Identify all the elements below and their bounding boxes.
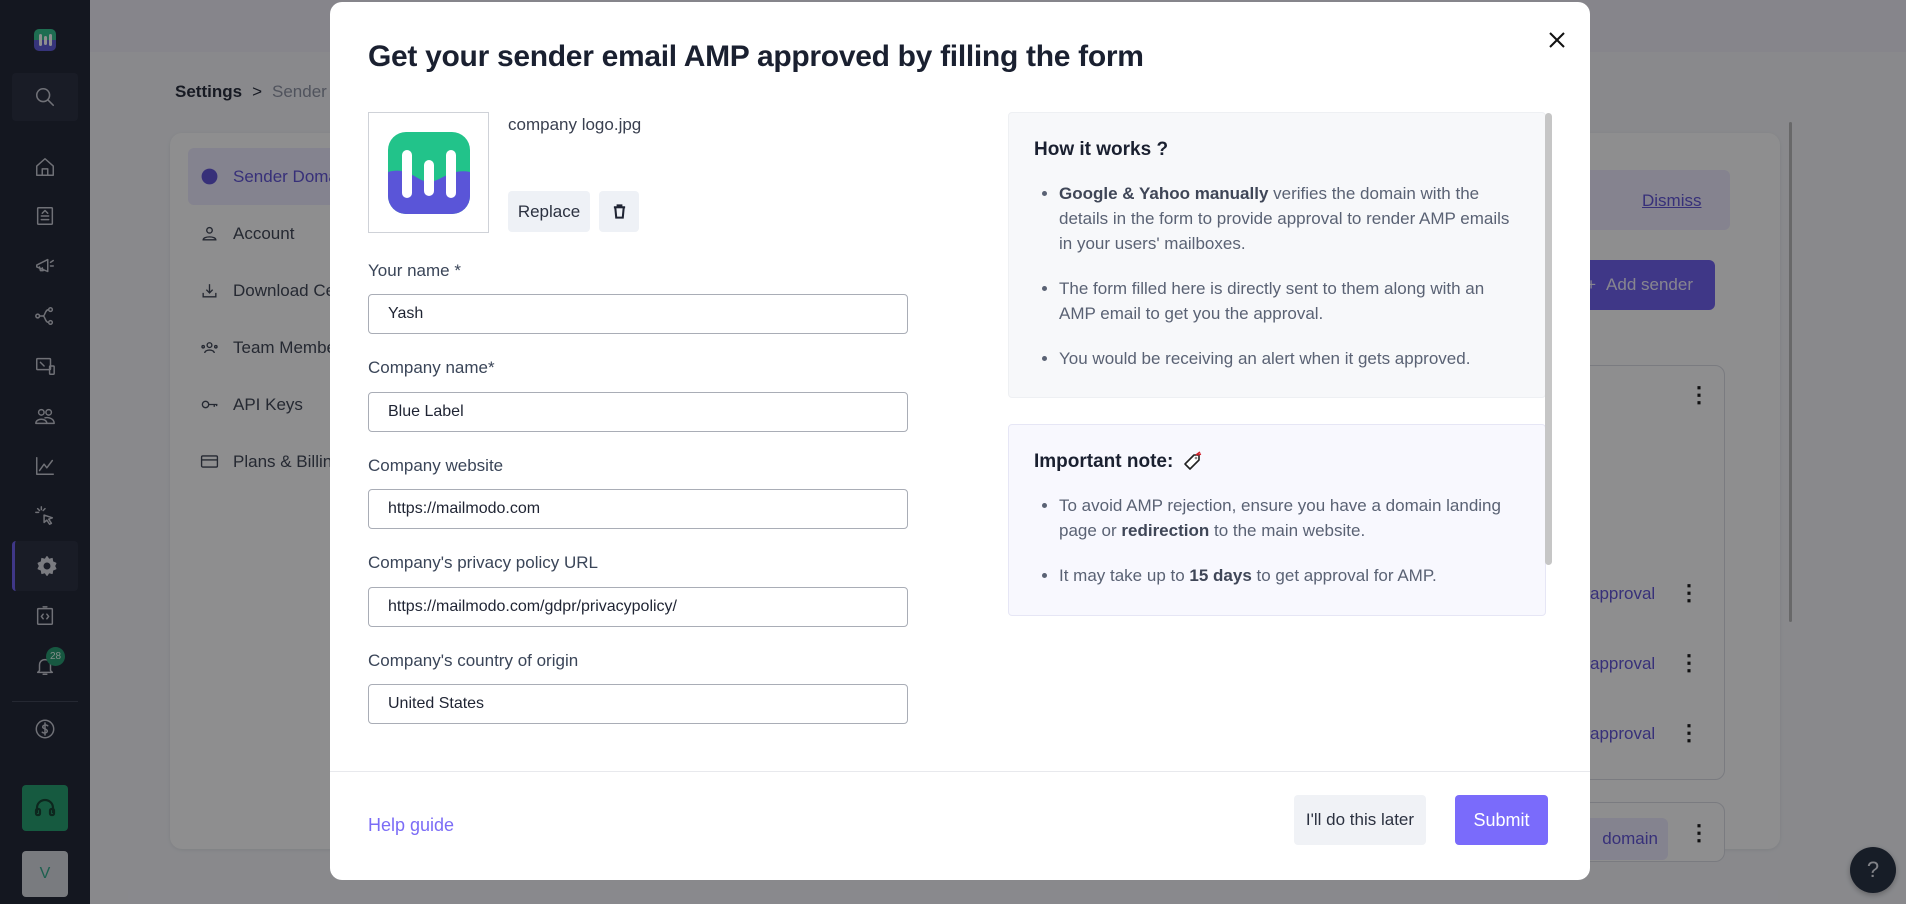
- close-icon: [1549, 32, 1565, 48]
- important-note-heading: Important note:: [1034, 451, 1521, 473]
- how-it-works-title: How it works ?: [1034, 139, 1169, 160]
- emphasis-text: 15 days: [1189, 566, 1252, 585]
- item-text: to get approval for AMP.: [1251, 566, 1437, 585]
- item-text: You would be receiving an alert when it …: [1059, 349, 1471, 368]
- how-it-works-item: Google & Yahoo manually verifies the dom…: [1059, 181, 1521, 256]
- do-later-button[interactable]: I'll do this later: [1294, 795, 1426, 845]
- item-text: to the main website.: [1209, 521, 1366, 540]
- company-logo-preview: [368, 112, 489, 233]
- company-website-label: Company website: [368, 456, 504, 475]
- how-it-works-item: You would be receiving an alert when it …: [1059, 346, 1521, 371]
- emphasis-text: Google & Yahoo manually: [1059, 184, 1269, 203]
- logo-file-name: company logo.jpg: [508, 115, 642, 134]
- delete-logo-button[interactable]: [599, 191, 639, 232]
- privacy-policy-input[interactable]: [368, 587, 908, 627]
- replace-logo-button[interactable]: Replace: [508, 191, 590, 232]
- country-input[interactable]: [368, 684, 908, 724]
- how-it-works-box: How it works ? Google & Yahoo manually v…: [1008, 112, 1546, 398]
- item-text: It may take up to: [1059, 566, 1190, 585]
- amp-approval-modal: Get your sender email AMP approved by fi…: [330, 2, 1590, 880]
- how-it-works-item: The form filled here is directly sent to…: [1059, 276, 1521, 326]
- modal-title: Get your sender email AMP approved by fi…: [368, 40, 1144, 73]
- modal-scrollbar[interactable]: [1545, 113, 1552, 565]
- tag-icon: [1184, 451, 1202, 470]
- close-button[interactable]: [1543, 26, 1571, 54]
- submit-button[interactable]: Submit: [1455, 795, 1548, 845]
- trash-icon: [613, 204, 625, 219]
- country-label: Company's country of origin: [368, 651, 579, 670]
- important-note-item: It may take up to 15 days to get approva…: [1059, 563, 1521, 588]
- important-note-box: Important note: To avoid AMP rejection, …: [1008, 424, 1546, 616]
- your-name-label: Your name *: [368, 261, 461, 280]
- privacy-policy-label: Company's privacy policy URL: [368, 553, 598, 572]
- help-guide-link[interactable]: Help guide: [368, 815, 454, 836]
- item-text: The form filled here is directly sent to…: [1059, 279, 1485, 323]
- modal-footer: Help guide I'll do this later Submit: [330, 771, 1590, 880]
- emphasis-text: redirection: [1121, 521, 1210, 540]
- important-note-item: To avoid AMP rejection, ensure you have …: [1059, 493, 1521, 543]
- important-note-list: To avoid AMP rejection, ensure you have …: [1034, 493, 1521, 588]
- important-note-title: Important note:: [1034, 451, 1174, 472]
- company-website-input[interactable]: [368, 489, 908, 529]
- company-name-input[interactable]: [368, 392, 908, 432]
- your-name-input[interactable]: [368, 294, 908, 334]
- company-logo-image: [387, 131, 470, 214]
- company-name-label: Company name*: [368, 358, 495, 377]
- how-it-works-list: Google & Yahoo manually verifies the dom…: [1034, 181, 1521, 371]
